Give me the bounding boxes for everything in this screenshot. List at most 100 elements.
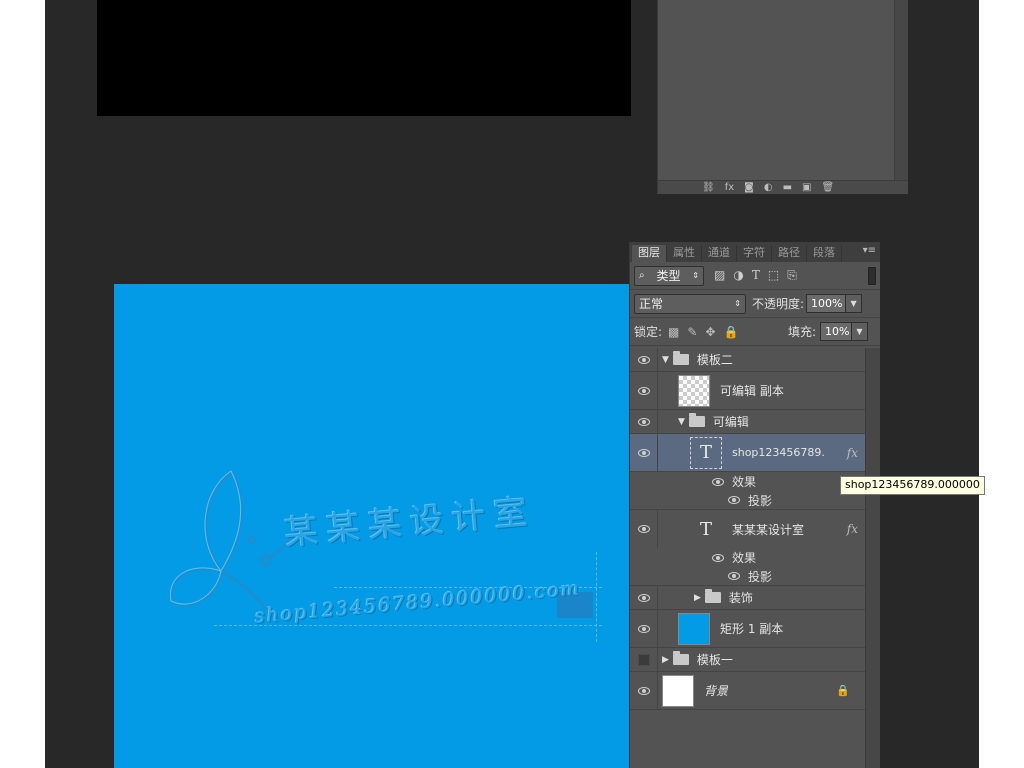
folder-icon: [704, 589, 721, 603]
effect-name: 投影: [748, 569, 773, 584]
brand-title-text: 某某某设计室: [282, 492, 538, 554]
layer-row-rectangle-copy[interactable]: 矩形 1 副本: [630, 610, 866, 648]
caret-right-icon[interactable]: ▶: [694, 593, 701, 603]
blend-mode-value: 正常: [639, 297, 664, 311]
lock-all-icon[interactable]: 🔒: [724, 325, 739, 339]
caret-down-icon[interactable]: ▼: [678, 417, 685, 427]
filter-kind-label: 类型: [656, 269, 681, 283]
layer-row-editable-copy[interactable]: 可编辑 副本: [630, 372, 866, 410]
layer-name: 模板二: [696, 353, 733, 367]
layer-row-studio-text[interactable]: T 某某某设计室 fx: [630, 510, 866, 548]
folder-icon[interactable]: ▬: [783, 182, 792, 193]
folder-icon: [688, 413, 705, 427]
layer-name: shop123456789....: [732, 446, 826, 459]
fill-dropdown-button[interactable]: ▼: [852, 322, 868, 341]
visibility-eye-icon[interactable]: [637, 686, 650, 695]
tab-paths[interactable]: 路径: [772, 245, 807, 262]
visibility-eye-icon[interactable]: [637, 448, 650, 457]
smart-object-filter-icon[interactable]: ⎘: [787, 268, 797, 283]
layer-row-decoration-group[interactable]: ▶ 装饰: [630, 586, 866, 610]
panel-scrollbar[interactable]: [894, 0, 908, 180]
layer-name: 可编辑: [712, 415, 749, 429]
visibility-off-box[interactable]: [637, 653, 650, 666]
visibility-eye-icon[interactable]: [637, 355, 650, 364]
effect-drop-shadow-row[interactable]: 投影: [630, 567, 866, 586]
tab-character[interactable]: 字符: [737, 245, 772, 262]
new-layer-icon[interactable]: ▣: [802, 182, 811, 193]
fx-icon[interactable]: fx: [847, 446, 858, 460]
effects-row[interactable]: 效果: [630, 472, 866, 491]
tab-channels[interactable]: 通道: [702, 245, 737, 262]
visibility-eye-icon[interactable]: [637, 593, 650, 602]
search-icon: ⌕: [639, 270, 645, 281]
chevron-updown-icon: ⇕: [692, 271, 699, 280]
visibility-eye-icon[interactable]: [728, 496, 740, 504]
fx-icon[interactable]: fx: [725, 182, 734, 193]
filter-row: ⌕ 类型 ⇕ ▨ ◑ T ⬚ ⎘: [630, 262, 880, 290]
brand-url-text: shop123456789.000000.com: [254, 577, 582, 628]
fill-label: 填充:: [787, 325, 816, 339]
lock-position-icon[interactable]: ✥: [705, 325, 715, 339]
document-canvas-top[interactable]: [97, 0, 631, 116]
adjustment-icon[interactable]: ◐: [764, 182, 773, 193]
trash-icon[interactable]: 🗑: [822, 182, 835, 193]
layers-scrollbar[interactable]: [865, 348, 880, 768]
shape-layer-thumbnail: [678, 612, 710, 645]
visibility-eye-icon[interactable]: [637, 624, 650, 633]
fx-icon[interactable]: fx: [847, 522, 858, 536]
panel-footer-toolbar: ⛓ fx ◙ ◐ ▬ ▣ 🗑: [658, 180, 908, 194]
tab-layers[interactable]: 图层: [632, 245, 667, 262]
layer-name: 某某某设计室: [732, 522, 805, 537]
caret-down-icon[interactable]: ▼: [662, 355, 669, 365]
effect-name: 投影: [748, 493, 773, 508]
pixel-filter-icon[interactable]: ▨: [714, 268, 725, 283]
filter-kind-select[interactable]: ⌕ 类型 ⇕: [634, 265, 704, 286]
type-filter-icon[interactable]: T: [752, 268, 760, 283]
lock-row: 锁定: ▩ ✎ ✥ 🔒 填充: 10% ▼: [630, 318, 880, 346]
document-canvas-main[interactable]: 某某某设计室 shop123456789.000000.com: [114, 284, 648, 768]
visibility-eye-icon[interactable]: [728, 572, 740, 580]
lock-pixels-icon[interactable]: ✎: [687, 325, 697, 339]
text-layer-thumbnail-icon: T: [690, 436, 722, 469]
effects-row[interactable]: 效果: [630, 548, 866, 567]
chevron-updown-icon: ⇕: [734, 299, 741, 308]
visibility-eye-icon[interactable]: [712, 477, 724, 486]
layer-name: 装饰: [728, 591, 753, 605]
opacity-input[interactable]: 100%: [806, 294, 847, 313]
effects-label: 效果: [732, 475, 757, 489]
visibility-eye-icon[interactable]: [637, 386, 650, 395]
lock-label: 锁定:: [634, 325, 663, 339]
layer-row-template-two[interactable]: ▼ 模板二: [630, 348, 866, 372]
panel-menu-icon[interactable]: ▾≡: [863, 245, 876, 256]
layer-row-background[interactable]: 背景 🔒: [630, 672, 866, 710]
opacity-label: 不透明度:: [752, 297, 805, 311]
tab-paragraph[interactable]: 段落: [807, 245, 842, 262]
fill-input[interactable]: 10%: [820, 322, 852, 341]
blend-mode-select[interactable]: 正常 ⇕: [634, 293, 746, 314]
adjustment-filter-icon[interactable]: ◑: [733, 268, 743, 283]
text-layer-thumbnail-icon: T: [699, 518, 712, 540]
visibility-eye-icon[interactable]: [637, 525, 650, 533]
layer-name-tooltip: shop123456789.000000: [840, 476, 985, 495]
layers-panel: 图层 属性 通道 字符 路径 段落 ▾≡ ⌕ 类型 ⇕ ▨ ◑ T ⬚ ⎘ 正常…: [629, 242, 880, 768]
layer-row-shop-url-text[interactable]: T shop123456789.... fx: [630, 434, 866, 472]
opacity-dropdown-button[interactable]: ▼: [846, 294, 863, 313]
mask-icon[interactable]: ◙: [744, 182, 754, 193]
effect-drop-shadow-row[interactable]: 投影: [630, 491, 866, 510]
link-icon[interactable]: ⛓: [702, 182, 715, 193]
folder-icon: [672, 651, 689, 665]
layer-name: 可编辑 副本: [720, 384, 784, 398]
visibility-eye-icon[interactable]: [712, 553, 724, 562]
layer-name: 背景: [704, 684, 729, 698]
visibility-eye-icon[interactable]: [637, 417, 650, 426]
lock-icon: 🔒: [836, 684, 850, 697]
layer-row-template-one[interactable]: ▶ 模板一: [630, 648, 866, 672]
layer-row-editable-group[interactable]: ▼ 可编辑: [630, 410, 866, 434]
tab-properties[interactable]: 属性: [667, 245, 702, 262]
caret-right-icon[interactable]: ▶: [662, 655, 669, 665]
background-layer-thumbnail: [662, 674, 694, 707]
lock-transparency-icon[interactable]: ▩: [668, 325, 679, 339]
shape-filter-icon[interactable]: ⬚: [768, 268, 779, 283]
filter-toggle[interactable]: [868, 266, 876, 285]
guide-line: [596, 552, 597, 642]
